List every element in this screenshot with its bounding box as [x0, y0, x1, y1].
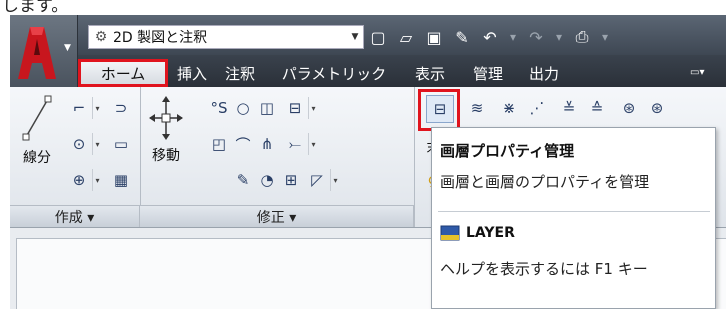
tooltip-divider — [438, 211, 710, 212]
layer-command-icon — [440, 225, 460, 241]
tab-label: 注釈 — [224, 64, 255, 83]
tab-parametric[interactable]: パラメトリック — [266, 61, 402, 85]
tooltip-command-name: LAYER — [466, 225, 515, 241]
chevron-down-icon[interactable]: ▾ — [92, 97, 102, 119]
extend-icon[interactable]: ⤚ — [284, 133, 306, 155]
tab-view[interactable]: 表示 — [408, 61, 452, 85]
tab-annotate[interactable]: 注釈 — [218, 61, 262, 85]
mirror-icon[interactable]: ⋔ — [256, 133, 278, 155]
highlight-home-tab — [78, 59, 168, 87]
ellipse-icon[interactable]: ⊕ — [68, 169, 90, 191]
autocad-logo-icon — [18, 27, 56, 79]
modify-panel-title[interactable]: 修正 ▾ — [140, 205, 414, 227]
new-file-icon[interactable]: ▢ — [366, 25, 390, 49]
chevron-down-icon[interactable]: ▾ — [92, 133, 102, 155]
trim-icon[interactable]: ◫ — [256, 97, 278, 119]
tab-label: パラメトリック — [281, 64, 387, 83]
chevron-down-icon[interactable]: ▾ — [330, 169, 340, 191]
layer-states-icon[interactable]: ≋ — [466, 97, 488, 119]
chevron-down-icon: ▼ — [351, 32, 359, 42]
layer-off-icon[interactable]: ⊛ — [618, 97, 640, 119]
tooltip-description: 画層と画層のプロパティを管理 — [440, 173, 650, 191]
hatch-icon[interactable]: ▦ — [110, 169, 132, 191]
erase-icon[interactable]: ✎ — [232, 169, 254, 191]
layer-unisolate-icon[interactable]: ⋰ — [526, 97, 548, 119]
tab-label: 挿入 — [176, 64, 207, 83]
workspace-label: 2D 製図と注釈 — [113, 30, 208, 46]
undo-dropdown-icon[interactable]: ▾ — [506, 25, 520, 49]
scale-icon[interactable]: ◰ — [208, 133, 230, 155]
tab-label: 管理 — [472, 64, 503, 83]
spline-icon[interactable]: ⊃ — [110, 97, 132, 119]
highlight-layer-properties — [418, 89, 460, 131]
tab-label: 表示 — [414, 64, 445, 83]
layer-properties-tooltip: 画層プロパティ管理 画層と画層のプロパティを管理 LAYER ヘルプを表示するに… — [431, 127, 716, 309]
print-icon[interactable]: ⎙ — [570, 25, 594, 49]
tab-insert[interactable]: 挿入 — [170, 61, 214, 85]
circle-icon[interactable]: ⊙ — [68, 133, 90, 155]
open-folder-icon[interactable]: ▱ — [394, 25, 418, 49]
line-tool-label: 線分 — [23, 150, 51, 166]
redo-icon[interactable]: ↷ — [524, 25, 548, 49]
tooltip-command: LAYER — [440, 225, 515, 241]
panel-title-label: 修正 ▾ — [256, 209, 297, 226]
stretch-icon[interactable]: ⊟ — [284, 97, 306, 119]
caption-text: します。 — [0, 0, 726, 15]
move-tool-label: 移動 — [152, 148, 180, 164]
rectangle-icon[interactable]: ▭ — [110, 133, 132, 155]
chevron-down-icon: ▼ — [64, 43, 71, 53]
offset-icon[interactable]: ◔ — [256, 169, 278, 191]
save-icon[interactable]: ▣ — [422, 25, 446, 49]
create-panel-title[interactable]: 作成 ▾ — [10, 205, 140, 227]
quick-access-toolbar: ▢ ▱ ▣ ✎ ↶ ▾ ↷ ▾ ⎙ ▾ — [366, 25, 612, 49]
redo-dropdown-icon[interactable]: ▾ — [552, 25, 566, 49]
copy-icon[interactable]: °S — [208, 97, 230, 119]
tooltip-title: 画層プロパティ管理 — [440, 142, 575, 160]
line-tool-button[interactable]: 線分 — [22, 93, 52, 167]
panel-title-label: 作成 ▾ — [54, 209, 95, 226]
qat-customize-icon[interactable]: ▾ — [598, 25, 612, 49]
title-bar: ⚙ 2D 製図と注釈 ▼ ▢ ▱ ▣ ✎ ↶ ▾ ↷ ▾ ⎙ ▾ — [10, 15, 726, 55]
layer-freeze-icon[interactable]: ⊛ — [646, 97, 668, 119]
gear-icon: ⚙ — [94, 29, 108, 45]
save-as-icon[interactable]: ✎ — [450, 25, 474, 49]
layer-previous-icon[interactable]: ≙ — [586, 97, 608, 119]
undo-icon[interactable]: ↶ — [478, 25, 502, 49]
array-icon[interactable]: ⊞ — [280, 169, 302, 191]
rotate-icon[interactable]: ○ — [232, 97, 254, 119]
ribbon-minimize-icon[interactable]: ▭▾ — [690, 67, 704, 78]
tab-output[interactable]: 出力 — [522, 61, 566, 85]
tab-manage[interactable]: 管理 — [466, 61, 510, 85]
move-tool-button[interactable]: 移動 — [148, 95, 184, 165]
tab-label: 出力 — [528, 64, 559, 83]
line-icon — [22, 95, 52, 141]
chevron-down-icon[interactable]: ▾ — [92, 169, 102, 191]
chevron-down-icon[interactable]: ▾ — [308, 97, 318, 119]
workspace-selector[interactable]: ⚙ 2D 製図と注釈 ▼ — [88, 25, 364, 49]
chamfer-icon[interactable]: ◸ — [306, 169, 328, 191]
layer-isolate-icon[interactable]: ⋇ — [498, 97, 520, 119]
move-icon — [149, 96, 183, 140]
fillet-icon[interactable]: ⌒ — [232, 133, 254, 155]
tooltip-help: ヘルプを表示するには F1 キー — [440, 260, 648, 278]
layer-match-icon[interactable]: ≚ — [558, 97, 580, 119]
panel-separator — [414, 87, 415, 227]
application-menu-button[interactable]: ▼ — [10, 15, 78, 87]
chevron-down-icon[interactable]: ▾ — [308, 133, 318, 155]
polyline-icon[interactable]: ⌐ — [68, 97, 90, 119]
